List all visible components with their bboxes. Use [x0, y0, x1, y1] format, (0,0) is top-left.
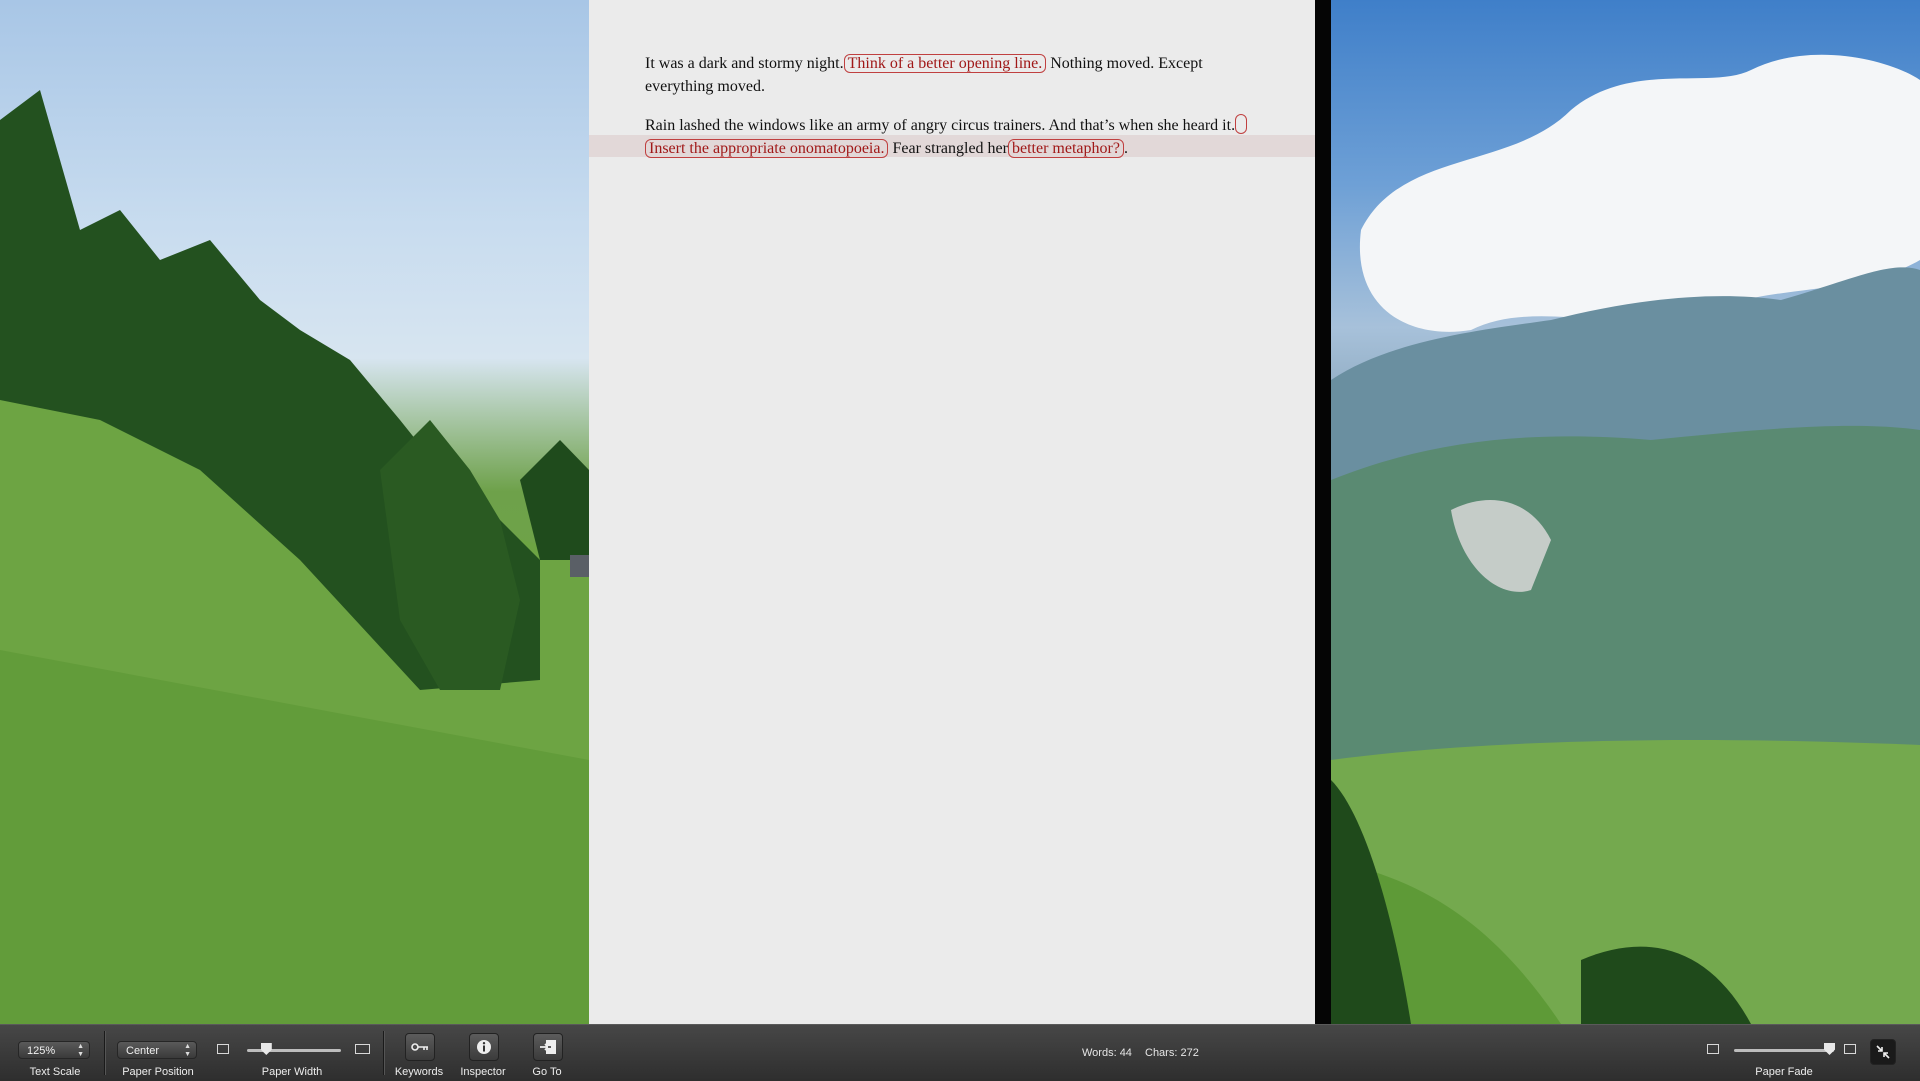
keywords-group[interactable]: Keywords [394, 1025, 444, 1081]
background-image-right [1331, 0, 1920, 1024]
char-count: Chars: 272 [1145, 1047, 1199, 1059]
paper-fade-slider-knob[interactable] [1824, 1043, 1835, 1055]
writing-paper[interactable]: It was a dark and stormy night. Think of … [589, 0, 1315, 1024]
keywords-label: Keywords [394, 1066, 444, 1078]
goto-label: Go To [532, 1066, 562, 1078]
paper-fade-label: Paper Fade [1755, 1066, 1813, 1078]
text-scale-stepper[interactable]: 125% ▲ ▼ [18, 1041, 90, 1059]
toolbar-separator [104, 1031, 106, 1075]
fade-low-icon [1707, 1044, 1719, 1054]
inline-annotation-empty[interactable] [1235, 114, 1248, 134]
bottom-toolbar: 125% ▲ ▼ Text Scale Center ▲ ▼ Paper Posit… [0, 1024, 1920, 1081]
select-arrows-icon: ▲ ▼ [184, 1043, 191, 1058]
paragraph-text: Fear strangled her [888, 140, 1008, 157]
paper-position-label: Paper Position [122, 1066, 194, 1078]
fade-high-icon [1844, 1044, 1856, 1054]
text-scale-label: Text Scale [29, 1066, 81, 1078]
goto-icon[interactable] [533, 1033, 563, 1061]
inline-annotation[interactable]: Insert the appropriate onomatopoeia. [645, 139, 889, 158]
paragraph-text: Rain lashed the windows like an army of … [645, 117, 1236, 134]
paper-position-group: Center ▲ ▼ Paper Position [117, 1025, 199, 1081]
paper-width-slider-knob[interactable] [260, 1043, 272, 1055]
document-text[interactable]: It was a dark and stormy night. Think of … [645, 52, 1255, 176]
paper-position-value: Center [126, 1045, 160, 1057]
paper-fade-slider[interactable] [1734, 1049, 1834, 1052]
word-count: Words: 44 [1082, 1047, 1132, 1059]
inline-annotation[interactable]: better metaphor? [1007, 139, 1124, 158]
inline-annotation[interactable]: Think of a better opening line. [843, 54, 1047, 73]
goto-group[interactable]: Go To [522, 1025, 572, 1081]
paragraph-1[interactable]: It was a dark and stormy night. Think of … [645, 52, 1255, 98]
text-scale-group: 125% ▲ ▼ Text Scale [18, 1025, 92, 1081]
toolbar-separator [383, 1031, 385, 1075]
paragraph-text: . [1123, 140, 1128, 157]
narrow-paper-icon [217, 1044, 229, 1054]
text-scale-value: 125% [27, 1045, 56, 1057]
paper-width-group: Paper Width [212, 1025, 372, 1081]
paragraph-text: It was a dark and stormy night. [645, 55, 844, 72]
background-image-left [0, 0, 589, 1024]
stepper-arrows-icon: ▲ ▼ [77, 1043, 84, 1058]
wide-paper-icon [355, 1044, 370, 1054]
paper-width-label: Paper Width [261, 1066, 323, 1078]
paper-fade-group: Paper Fade [1704, 1025, 1864, 1081]
exit-fullscreen-icon[interactable] [1870, 1039, 1896, 1065]
paper-position-select[interactable]: Center ▲ ▼ [117, 1041, 197, 1059]
info-icon[interactable] [469, 1033, 499, 1061]
key-icon[interactable] [405, 1033, 435, 1061]
inspector-group[interactable]: Inspector [458, 1025, 508, 1081]
inspector-label: Inspector [460, 1066, 506, 1078]
paper-edge-gutter [1315, 0, 1331, 1024]
paragraph-2[interactable]: Rain lashed the windows like an army of … [645, 114, 1255, 160]
